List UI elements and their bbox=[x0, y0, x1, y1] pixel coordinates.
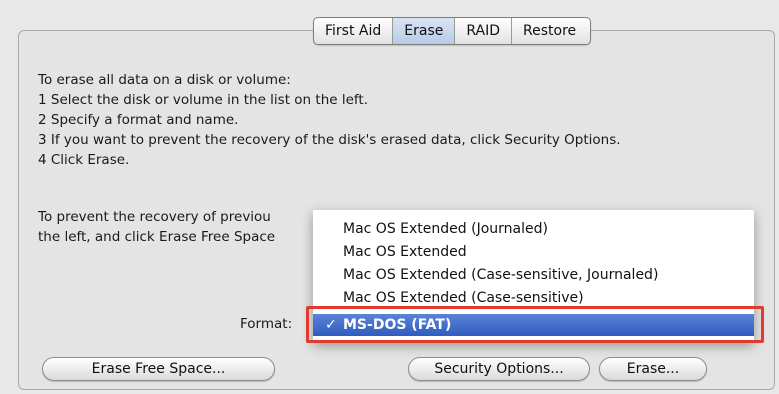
format-option-mac-os-extended[interactable]: Mac OS Extended bbox=[313, 241, 754, 263]
erase-button[interactable]: Erase... bbox=[599, 357, 707, 381]
instructions-step-1: 1 Select the disk or volume in the list … bbox=[38, 92, 369, 108]
format-option-mac-os-extended-journaled[interactable]: Mac OS Extended (Journaled) bbox=[313, 218, 754, 240]
instructions-step-2: 2 Specify a format and name. bbox=[38, 112, 239, 128]
tab-restore[interactable]: Restore bbox=[512, 18, 590, 44]
tab-bar: First Aid Erase RAID Restore bbox=[313, 17, 592, 45]
security-options-button[interactable]: Security Options... bbox=[408, 357, 590, 381]
instructions-intro: To erase all data on a disk or volume: bbox=[38, 72, 291, 88]
tab-erase[interactable]: Erase bbox=[393, 18, 456, 44]
instructions-step-4: 4 Click Erase. bbox=[38, 152, 130, 168]
erase-instructions: To erase all data on a disk or volume: 1… bbox=[38, 70, 621, 170]
format-option-case-sensitive-journaled[interactable]: Mac OS Extended (Case-sensitive, Journal… bbox=[313, 264, 754, 286]
format-label: Format: bbox=[240, 316, 293, 332]
instructions-step-3: 3 If you want to prevent the recovery of… bbox=[38, 132, 621, 148]
tab-raid[interactable]: RAID bbox=[455, 18, 513, 44]
erase-free-space-button[interactable]: Erase Free Space... bbox=[42, 357, 275, 381]
tab-first-aid[interactable]: First Aid bbox=[314, 18, 394, 44]
selection-highlight-box bbox=[306, 306, 764, 343]
